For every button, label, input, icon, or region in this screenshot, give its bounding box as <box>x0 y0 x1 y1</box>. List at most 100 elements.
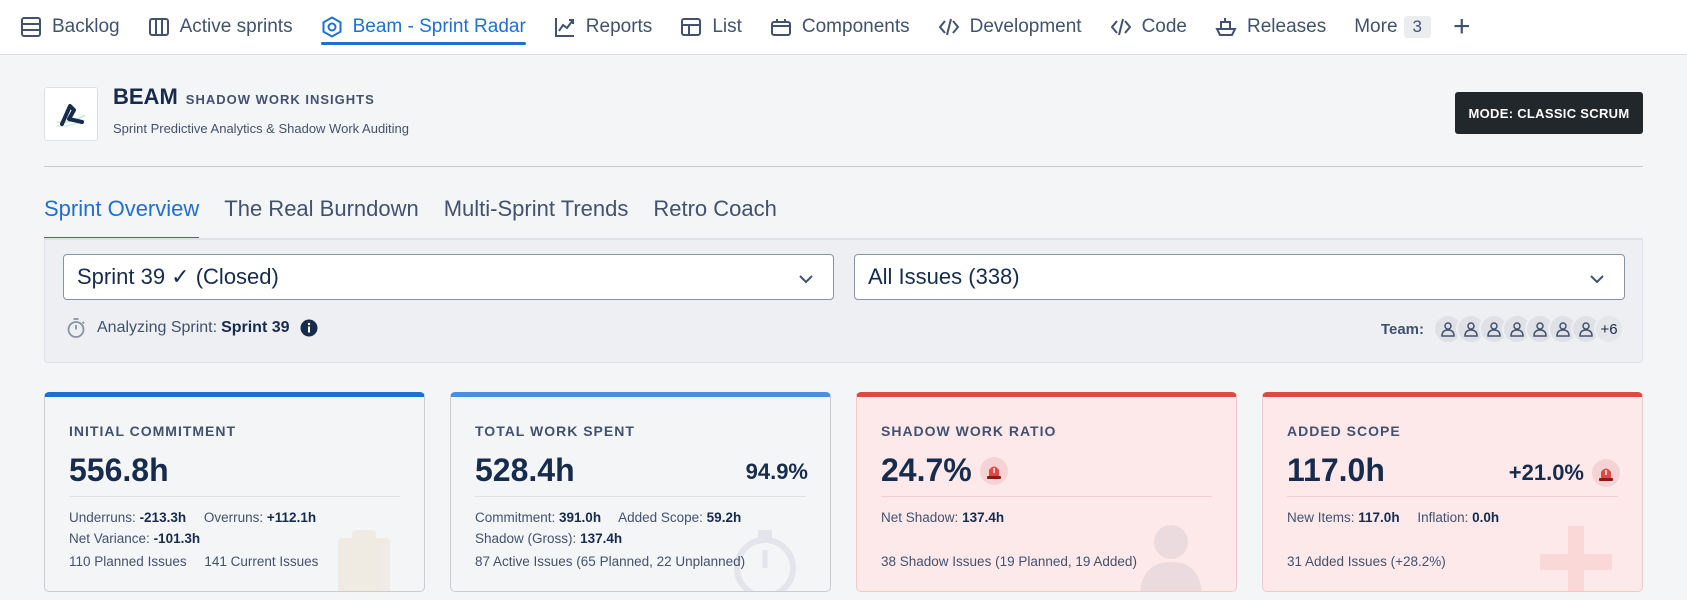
shadow-ratio-value: 24.7% <box>881 452 972 488</box>
nav-label: Beam - Sprint Radar <box>352 16 526 37</box>
nav-reports[interactable]: Reports <box>554 0 652 55</box>
card-label: ADDED SCOPE <box>1287 423 1401 439</box>
inflation-label: Inflation: <box>1417 510 1469 525</box>
stopwatch-icon <box>730 528 800 591</box>
header-divider <box>44 166 1643 167</box>
top-nav: Backlog Active sprints Beam - Sprint Rad… <box>0 0 1687 55</box>
card-detail: Shadow (Gross): 137.4h <box>475 531 622 546</box>
nav-releases[interactable]: Releases <box>1215 0 1326 55</box>
variance-value: -101.3h <box>153 531 201 546</box>
nav-more-label: More <box>1354 16 1398 37</box>
underruns-value: -213.3h <box>139 510 187 525</box>
team-more-count[interactable]: +6 <box>1594 314 1624 344</box>
development-icon <box>938 16 960 38</box>
current-issues: 141 Current Issues <box>204 554 319 569</box>
nav-label: Releases <box>1247 16 1327 37</box>
variance-label: Net Variance: <box>69 531 150 546</box>
nav-development[interactable]: Development <box>938 0 1082 55</box>
planned-issues: 110 Planned Issues <box>69 554 187 569</box>
new-items-label: New Items: <box>1287 510 1355 525</box>
tab-real-burndown[interactable]: The Real Burndown <box>224 196 418 240</box>
underruns-label: Underruns: <box>69 510 136 525</box>
card-percentage: +21.0% <box>1509 459 1620 487</box>
plus-icon <box>1540 526 1612 591</box>
nav-label: Components <box>801 16 910 37</box>
card-value: 117.0h <box>1287 452 1385 488</box>
sprint-select[interactable]: Sprint 39 ✓ (Closed) <box>63 254 834 300</box>
nav-code[interactable]: Code <box>1110 0 1187 55</box>
table-icon <box>680 16 702 38</box>
card-divider <box>1287 496 1618 497</box>
card-initial-commitment: INITIAL COMMITMENT 556.8h Underruns: -21… <box>44 392 425 592</box>
card-added-scope: ADDED SCOPE 117.0h +21.0% New Items: 117… <box>1262 392 1643 592</box>
nav-sprint-radar[interactable]: Beam - Sprint Radar <box>320 0 526 55</box>
beam-logo <box>44 87 98 141</box>
added-scope-label: Added Scope: <box>618 510 703 525</box>
analyzing-sprint: Analyzing Sprint: Sprint 39 <box>65 317 318 339</box>
card-footer: 110 Planned Issues 141 Current Issues <box>69 554 318 569</box>
shadow-gross-value: 137.4h <box>580 531 623 546</box>
net-shadow-value: 137.4h <box>962 510 1005 525</box>
person-icon <box>1136 522 1206 591</box>
nav-list[interactable]: List <box>680 0 742 55</box>
nav-label: Development <box>969 16 1082 37</box>
nav-label: Code <box>1141 16 1187 37</box>
tab-retro-coach[interactable]: Retro Coach <box>653 196 777 240</box>
nav-backlog[interactable]: Backlog <box>20 0 120 55</box>
nav-label: Backlog <box>52 16 120 37</box>
tab-sprint-overview[interactable]: Sprint Overview <box>44 196 200 240</box>
card-divider <box>69 496 400 497</box>
tab-multi-sprint-trends[interactable]: Multi-Sprint Trends <box>444 196 629 240</box>
overruns-label: Overruns: <box>203 510 264 525</box>
card-detail: Net Variance: -101.3h <box>69 531 200 546</box>
card-value: 528.4h <box>475 452 575 488</box>
card-label: INITIAL COMMITMENT <box>69 423 237 439</box>
issue-select-value: All Issues (338) <box>868 264 1020 289</box>
chevron-down-icon <box>797 268 815 294</box>
card-detail: Net Shadow: 137.4h <box>881 510 1004 525</box>
card-detail: Commitment: 391.0h Added Scope: 59.2h <box>475 510 741 525</box>
backlog-icon <box>20 16 42 38</box>
filter-panel: Sprint 39 ✓ (Closed) All Issues (338) An… <box>44 240 1643 363</box>
more-count-badge: 3 <box>1403 16 1431 38</box>
card-label: TOTAL WORK SPENT <box>475 423 635 439</box>
nav-active-sprints[interactable]: Active sprints <box>148 0 293 55</box>
scope-percentage: +21.0% <box>1508 460 1584 485</box>
nav-label: List <box>712 16 742 37</box>
components-icon <box>770 16 792 38</box>
card-footer: 87 Active Issues (65 Planned, 22 Unplann… <box>475 554 746 569</box>
board-icon <box>148 16 170 38</box>
commitment-value: 391.0h <box>559 510 602 525</box>
shadow-gross-label: Shadow (Gross): <box>475 531 577 546</box>
view-tabs: Sprint Overview The Real Burndown Multi-… <box>44 196 802 240</box>
card-percentage: 94.9% <box>745 459 808 484</box>
brand: BEAM SHADOW WORK INSIGHTS <box>113 84 375 110</box>
card-total-work-spent: TOTAL WORK SPENT 528.4h 94.9% Commitment… <box>450 392 831 592</box>
mode-button[interactable]: MODE: CLASSIC SCRUM <box>1455 92 1643 134</box>
card-label: SHADOW WORK RATIO <box>881 423 1057 439</box>
issue-filter-select[interactable]: All Issues (338) <box>854 254 1625 300</box>
info-icon[interactable] <box>300 319 318 337</box>
new-items-value: 117.0h <box>1358 510 1400 525</box>
inflation-value: 0.0h <box>1472 510 1500 525</box>
card-footer: 38 Shadow Issues (19 Planned, 19 Added) <box>881 554 1137 569</box>
ship-icon <box>1215 16 1237 38</box>
stopwatch-icon <box>65 317 87 339</box>
card-value: 556.8h <box>69 452 169 488</box>
card-detail: Underruns: -213.3h Overruns: +112.1h <box>69 510 316 525</box>
card-footer: 31 Added Issues (+28.2%) <box>1287 554 1446 569</box>
brand-name: BEAM <box>113 84 178 109</box>
brand-subtitle: SHADOW WORK INSIGHTS <box>185 92 375 107</box>
hexagon-icon <box>321 16 343 38</box>
add-tab-button[interactable]: + <box>1453 12 1471 42</box>
chart-line-icon <box>554 16 576 38</box>
code-icon <box>1110 16 1132 38</box>
card-shadow-work-ratio: SHADOW WORK RATIO 24.7% Net Shadow: 137.… <box>856 392 1237 592</box>
siren-icon <box>1592 459 1620 487</box>
team-avatars: Team: +6 <box>1381 314 1624 344</box>
overruns-value: +112.1h <box>266 510 317 525</box>
card-divider <box>881 496 1212 497</box>
chevron-down-icon <box>1588 268 1606 294</box>
nav-components[interactable]: Components <box>770 0 910 55</box>
nav-more[interactable]: More 3 <box>1354 0 1431 55</box>
